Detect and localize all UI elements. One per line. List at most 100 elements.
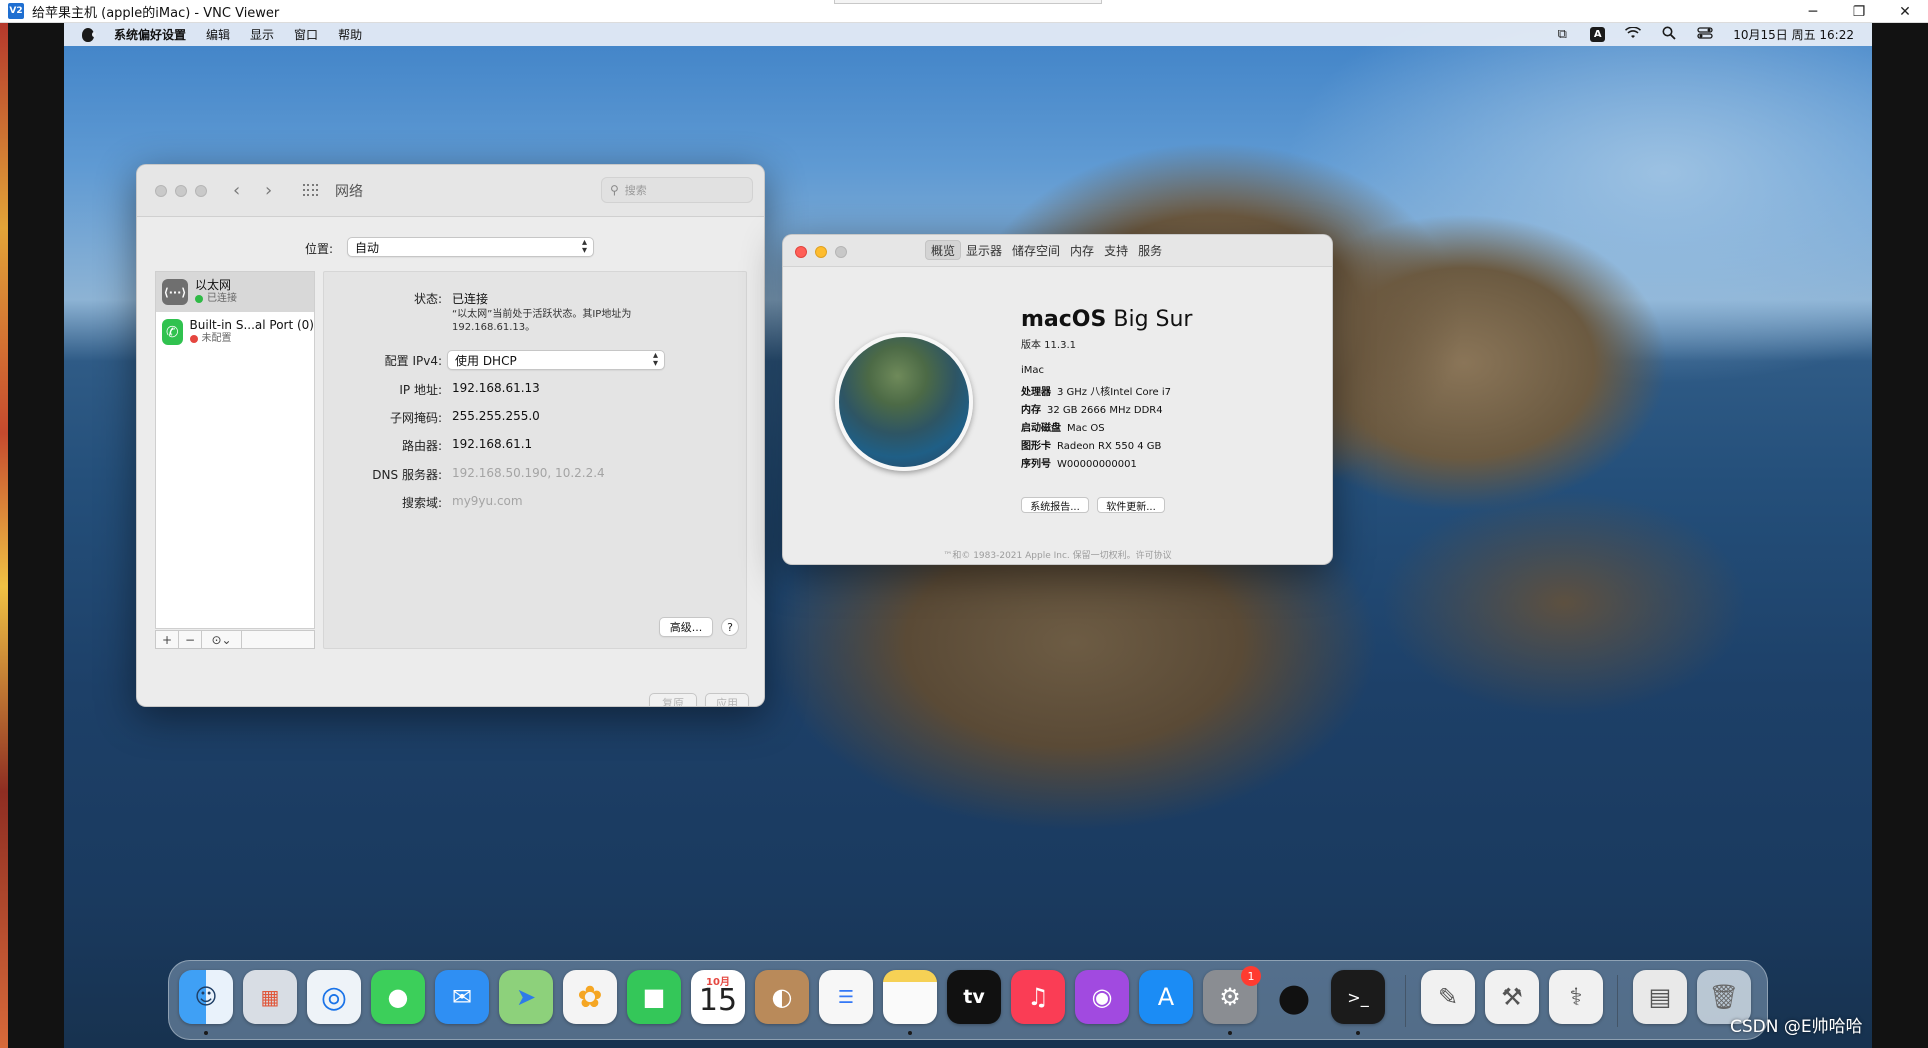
updown-arrows-icon: ▴ ▾ xyxy=(581,237,587,256)
input-source-icon[interactable]: A xyxy=(1590,27,1606,42)
menu-help[interactable]: 帮助 xyxy=(338,26,362,43)
maps-icon[interactable]: ➤ xyxy=(499,970,553,1024)
screen-mirroring-icon[interactable]: ⧉ xyxy=(1554,27,1570,42)
menu-window[interactable]: 窗口 xyxy=(294,26,318,43)
tab-displays[interactable]: 显示器 xyxy=(961,240,1007,260)
about-tabs: 概览 显示器 储存空间 内存 支持 服务 xyxy=(925,240,1167,260)
big-sur-logo-icon xyxy=(835,333,973,471)
tab-memory[interactable]: 内存 xyxy=(1065,240,1099,260)
help-button[interactable]: ? xyxy=(721,618,739,636)
wifi-icon[interactable] xyxy=(1625,25,1642,43)
script-editor-icon[interactable]: ✎ xyxy=(1421,970,1475,1024)
notes-icon[interactable] xyxy=(883,970,937,1024)
window-minimize-button[interactable] xyxy=(175,185,187,197)
app-store-icon[interactable]: A xyxy=(1139,970,1193,1024)
forward-chevron-icon[interactable]: › xyxy=(265,180,272,201)
apple-menu-icon[interactable] xyxy=(82,27,96,42)
contacts-icon[interactable]: ◐ xyxy=(755,970,809,1024)
system-report-button[interactable]: 系统报告... xyxy=(1021,497,1089,513)
menubar-clock[interactable]: 10月15日 周五 16:22 xyxy=(1733,26,1854,43)
menu-edit[interactable]: 编辑 xyxy=(206,26,230,43)
qq-penguin-icon[interactable]: ● xyxy=(1267,970,1321,1024)
service-status: 未配置 xyxy=(201,333,232,344)
minimize-button[interactable]: ─ xyxy=(1790,0,1836,23)
status-value: 已连接 xyxy=(452,292,489,306)
running-indicator xyxy=(1228,1031,1232,1035)
tab-service[interactable]: 服务 xyxy=(1133,240,1167,260)
tab-overview[interactable]: 概览 xyxy=(925,240,962,260)
launchpad-icon[interactable]: ▦ xyxy=(243,970,297,1024)
software-update-button[interactable]: 软件更新... xyxy=(1097,497,1165,513)
add-service-button[interactable]: + xyxy=(156,631,179,648)
mac-desktop[interactable]: 系统偏好设置 编辑 显示 窗口 帮助 ⧉ A 10月15日 周五 16:22 ‹… xyxy=(64,23,1872,1048)
model-name: iMac xyxy=(1021,365,1045,376)
calendar-icon[interactable]: 10月 15 xyxy=(691,970,745,1024)
system-preferences-icon[interactable]: ⚙ 1 xyxy=(1203,966,1261,1024)
spec-processor: 处理器 3 GHz 八核Intel Core i7 xyxy=(1021,387,1172,398)
control-center-icon[interactable] xyxy=(1697,26,1713,44)
spec-serial-number: 序列号 W00000000001 xyxy=(1021,459,1137,470)
host-right-gutter xyxy=(1872,23,1928,1048)
service-actions-menu-button[interactable]: ⊙⌄ xyxy=(202,631,242,648)
location-select[interactable]: 自动 ▴ ▾ xyxy=(347,237,594,257)
dock-separator xyxy=(1617,975,1618,1027)
status-dot-red xyxy=(189,334,198,343)
terminal-icon[interactable]: >_ xyxy=(1331,970,1385,1024)
menu-view[interactable]: 显示 xyxy=(250,26,274,43)
network-preferences-window: ‹ › 网络 ⚲ 搜索 位置: 自动 ▴ ▾ ⟨···⟩ 以太网 已连接 ✆ B… xyxy=(136,164,765,707)
disk-utility-icon[interactable]: ⚕ xyxy=(1549,970,1603,1024)
facetime-icon[interactable]: ■ xyxy=(627,970,681,1024)
ethernet-detail-pane: 状态: 已连接 “以太网”当前处于活跃状态。其IP地址为192.168.61.1… xyxy=(323,271,747,649)
window-zoom-button[interactable] xyxy=(835,246,847,258)
show-all-grid-icon[interactable] xyxy=(303,184,318,197)
messages-icon[interactable]: ● xyxy=(371,970,425,1024)
os-name-light: Big Sur xyxy=(1113,307,1193,332)
csdn-watermark: CSDN @E帅哈哈 xyxy=(1730,1017,1863,1037)
vnc-toolbar-handle[interactable] xyxy=(834,0,1102,4)
music-icon[interactable]: ♫ xyxy=(1011,970,1065,1024)
ipv4-config-value: 使用 DHCP xyxy=(455,353,517,368)
revert-button[interactable]: 复原 xyxy=(649,693,697,706)
location-value: 自动 xyxy=(355,240,380,255)
ipv4-config-select[interactable]: 使用 DHCP ▴ ▾ xyxy=(447,350,665,370)
dock-separator xyxy=(1405,975,1406,1027)
safari-icon[interactable]: ◎ xyxy=(307,970,361,1024)
preferences-search-input[interactable]: ⚲ 搜索 xyxy=(601,177,753,203)
back-chevron-icon[interactable]: ‹ xyxy=(233,180,240,201)
search-domain-value: my9yu.com xyxy=(452,494,523,508)
apply-button[interactable]: 应用 xyxy=(705,693,749,706)
close-button[interactable]: ✕ xyxy=(1882,0,1928,23)
spec-memory: 内存 32 GB 2666 MHz DDR4 xyxy=(1021,405,1163,416)
service-name: Built-in S...al Port (0) xyxy=(189,318,314,332)
tab-support[interactable]: 支持 xyxy=(1099,240,1133,260)
window-zoom-button[interactable] xyxy=(195,185,207,197)
router-label: 路由器: xyxy=(401,439,442,453)
reminders-icon[interactable]: ☰ xyxy=(819,970,873,1024)
running-indicator xyxy=(908,1031,912,1035)
search-icon: ⚲ xyxy=(610,183,619,197)
ethernet-icon: ⟨···⟩ xyxy=(162,279,188,305)
window-close-button[interactable] xyxy=(155,185,167,197)
finder-icon[interactable]: ☺ xyxy=(179,970,233,1024)
tab-storage[interactable]: 储存空间 xyxy=(1007,240,1065,260)
service-item-ethernet[interactable]: ⟨···⟩ 以太网 已连接 xyxy=(156,272,314,312)
window-minimize-button[interactable] xyxy=(815,246,827,258)
search-domain-label: 搜索域: xyxy=(401,496,442,510)
mail-icon[interactable]: ✉ xyxy=(435,970,489,1024)
service-item-serial-port[interactable]: ✆ Built-in S...al Port (0) 未配置 xyxy=(156,312,314,352)
vnc-logo-icon: V2 xyxy=(8,3,24,19)
spotlight-search-icon[interactable] xyxy=(1661,26,1677,44)
restore-button[interactable]: ❐ xyxy=(1836,0,1882,23)
photos-icon[interactable]: ✿ xyxy=(563,970,617,1024)
window-close-button[interactable] xyxy=(795,246,807,258)
remove-service-button[interactable]: − xyxy=(179,631,202,648)
advanced-button[interactable]: 高级... xyxy=(659,617,713,637)
system-information-icon[interactable]: ⚒ xyxy=(1485,970,1539,1024)
menu-app-name[interactable]: 系统偏好设置 xyxy=(114,26,186,43)
podcasts-icon[interactable]: ◉ xyxy=(1075,970,1129,1024)
spec-graphics: 图形卡 Radeon RX 550 4 GB xyxy=(1021,441,1162,452)
location-label: 位置: xyxy=(305,242,334,256)
apple-tv-icon[interactable]: tv xyxy=(947,970,1001,1024)
downloads-folder-icon[interactable]: ▤ xyxy=(1633,970,1687,1024)
search-placeholder: 搜索 xyxy=(624,184,647,197)
